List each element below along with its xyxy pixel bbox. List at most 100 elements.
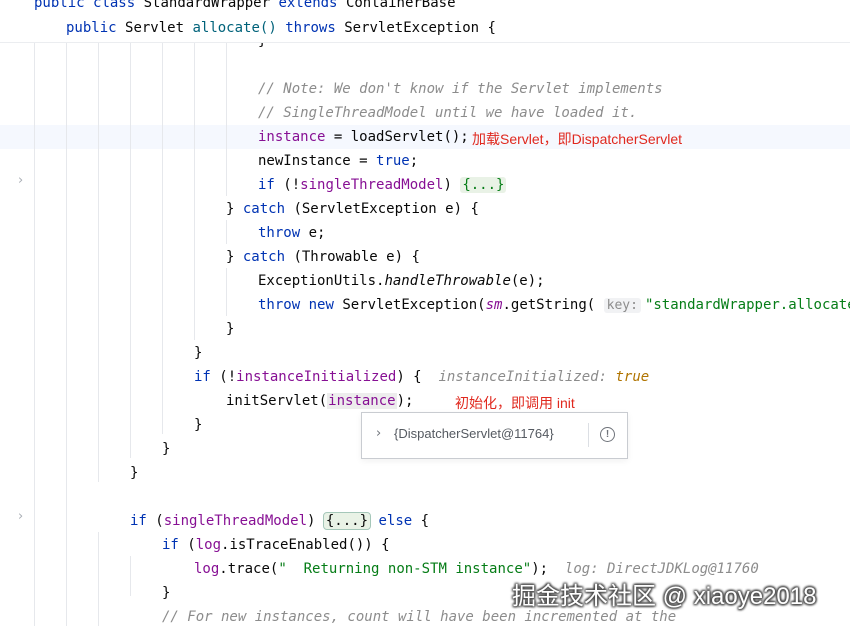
brace: } [226,249,243,265]
method-name: allocate() [192,20,277,36]
inline-value-hint: log: DirectJDKLog@11760 [564,561,759,577]
field-ref: instanceInitialized [236,369,397,385]
field-ref-highlighted[interactable]: instance [327,393,397,409]
statement: .isTraceEnabled()) { [221,537,390,553]
code-line[interactable]: newInstance = true; [258,149,418,173]
parameter-hint: key: [603,298,641,313]
fold-chevron-icon[interactable]: › [18,173,23,188]
brace: } [226,201,243,217]
keyword: public [66,20,117,36]
code-line[interactable]: initServlet(instance); [226,389,413,413]
field-ref: singleThreadModel [300,177,444,193]
code-line[interactable]: } catch (Throwable e) { [226,245,420,269]
punctuation: ( [178,537,196,553]
brace: } [194,417,203,433]
code-line[interactable]: } [194,341,202,365]
chevron-right-icon[interactable]: › [376,426,381,441]
fold-chevron-icon[interactable]: › [18,509,23,524]
code-line[interactable]: } catch (ServletException e) { [226,197,479,221]
statement: .trace( [219,561,279,577]
punctuation: ) [307,513,324,529]
keyword: catch [242,249,286,265]
code-line[interactable]: if (!singleThreadModel) {...} [258,173,507,197]
code-line[interactable]: ExceptionUtils.handleThrowable(e); [258,269,545,293]
indent-guide [130,556,131,596]
keyword: throws [285,20,336,36]
keyword: public [34,0,85,11]
comment: // For new instances, count will have be… [162,609,677,625]
brace: } [226,321,235,337]
code-line[interactable]: } [258,42,266,53]
punctuation: ( [146,513,164,529]
keyword: class [93,0,136,11]
statement: newInstance = [258,153,377,169]
code-editor[interactable]: › › } // Note: We don't know if the Serv… [0,42,850,626]
sticky-scope-header[interactable]: public class StandardWrapper extends Con… [0,0,850,42]
code-line[interactable]: // SingleThreadModel until we have loade… [258,101,637,125]
folded-block[interactable]: {...} [460,177,507,193]
class-ref: ExceptionUtils. [258,273,385,289]
keyword: if [130,513,147,529]
brace: } [162,441,171,457]
code-line[interactable]: instance = loadServlet(); [258,125,469,149]
field-ref: log [195,537,222,553]
popup-divider [588,423,589,447]
parent-class-name: ContainerBase [345,0,456,11]
keyword: new [308,297,334,313]
keyword: throw [258,297,301,313]
indent-guide [226,268,227,316]
code-line[interactable]: } [226,317,234,341]
keyword: true [376,153,410,169]
keyword: throw [258,225,301,241]
class-name: StandardWrapper [143,0,271,11]
statement: (ServletException e) { [285,201,479,217]
keyword: else [378,513,413,529]
exclamation-circle-icon[interactable]: ! [600,427,615,442]
inline-value: true [615,369,650,385]
brace: } [130,465,139,481]
punctuation: ) [443,177,461,193]
folded-block[interactable]: {...} [322,512,372,530]
indent-guide [130,42,131,458]
indent-guide [194,42,195,340]
indent-guide [162,42,163,434]
indent-guide [98,532,99,626]
code-line[interactable]: if (singleThreadModel) {...} else { [130,509,429,533]
statement: .getString( [502,297,596,313]
debug-value-popup[interactable]: › {DispatcherServlet@11764} ! [361,412,628,459]
code-line[interactable]: } [194,413,202,437]
code-line[interactable]: } [130,461,138,485]
indent-guide [226,42,227,196]
indent-guide [98,42,99,482]
code-line[interactable]: // Note: We don't know if the Servlet im… [258,77,663,101]
brace: } [258,42,266,49]
class-declaration-line[interactable]: public class StandardWrapper extends Con… [34,0,456,13]
code-line[interactable]: } [162,437,170,461]
indent-guide [226,220,227,244]
field-ref: singleThreadModel [163,513,308,529]
statement: e; [300,225,326,241]
string-literal: "standardWrapper.allocate" [644,297,850,313]
static-field-ref: sm [485,297,503,313]
code-line[interactable]: } [162,581,170,605]
exception-type: ServletException { [344,20,496,36]
keyword: catch [242,201,286,217]
string-literal: " Returning non-STM instance" [278,561,532,577]
static-method: handleThrowable [384,273,511,289]
code-line[interactable]: if (!instanceInitialized) { instanceInit… [194,365,649,389]
keyword: if [162,537,179,553]
punctuation: (! [274,177,301,193]
brace: } [194,345,203,361]
code-line[interactable]: throw e; [258,221,325,245]
comment: // SingleThreadModel until we have loade… [258,105,638,121]
annotation-note-load: 加载Servlet，即DispatcherServlet [472,131,683,147]
method-call: initServlet( [226,393,328,409]
punctuation: ) { [396,369,422,385]
statement: (e); [510,273,545,289]
method-declaration-line[interactable]: public Servlet allocate() throws Servlet… [66,18,496,38]
inline-value-hint: instanceInitialized: [438,369,608,385]
code-line[interactable]: throw new ServletException(sm.getString(… [258,293,850,317]
code-line[interactable]: if (log.isTraceEnabled()) { [162,533,390,557]
return-type: Servlet [125,20,185,36]
popup-value[interactable]: {DispatcherServlet@11764} [394,426,554,441]
